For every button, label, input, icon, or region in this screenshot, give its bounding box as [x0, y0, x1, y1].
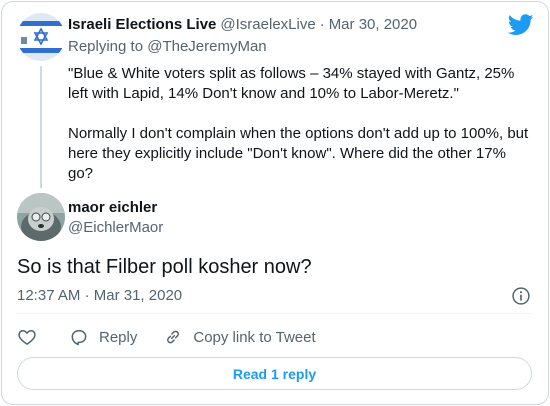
- reply-button-label: Reply: [99, 328, 138, 346]
- copy-link-label: Copy link to Tweet: [193, 328, 316, 346]
- read-replies-button[interactable]: Read 1 reply: [17, 357, 532, 390]
- tweet-divider: [17, 313, 532, 314]
- twitter-logo-icon[interactable]: [508, 14, 534, 36]
- replying-to-prefix: Replying to: [68, 38, 144, 55]
- reply-author-avatar[interactable]: [17, 193, 65, 241]
- tweet-actions-bar: Reply Copy link to Tweet: [17, 326, 342, 348]
- reply-tweet-text: So is that Filber poll kosher now?: [17, 256, 312, 278]
- reply-tweet-date[interactable]: Mar 31, 2020: [94, 287, 182, 304]
- link-icon: [167, 330, 180, 344]
- parent-tweet-paragraph: "Blue & White voters split as follows – …: [68, 65, 515, 102]
- reply-tweet-timestamp[interactable]: 12:37 AM · Mar 31, 2020: [17, 287, 182, 304]
- like-button[interactable]: [17, 327, 37, 347]
- parent-tweet-date[interactable]: Mar 30, 2020: [329, 16, 417, 33]
- thread-connector-line: [40, 66, 42, 188]
- replying-to-line: Replying to @TheJeremyMan: [68, 38, 267, 55]
- reply-button[interactable]: Reply: [69, 327, 137, 347]
- timestamp-separator: ·: [84, 287, 94, 304]
- parent-tweet-text: "Blue & White voters split as follows – …: [68, 64, 530, 184]
- heart-icon: [18, 330, 36, 345]
- reply-tweet-time[interactable]: 12:37 AM: [17, 287, 80, 304]
- parent-tweet-paragraph: Normally I don't complain when the optio…: [68, 125, 529, 182]
- replying-to-handle-link[interactable]: @TheJeremyMan: [147, 38, 266, 55]
- parent-author-handle[interactable]: @IsraelexLive: [220, 16, 315, 33]
- reply-bubble-icon: [71, 330, 87, 346]
- header-separator: ·: [319, 16, 325, 33]
- copy-link-button[interactable]: Copy link to Tweet: [163, 327, 316, 347]
- parent-author-name[interactable]: Israeli Elections Live: [68, 16, 216, 33]
- parent-author-avatar[interactable]: [17, 13, 65, 61]
- parent-tweet-header: Israeli Elections Live @IsraelexLive · M…: [68, 16, 508, 36]
- reply-author-name[interactable]: maor eichler: [68, 199, 157, 216]
- reply-author-handle[interactable]: @EichlerMaor: [68, 219, 163, 236]
- info-icon[interactable]: [511, 286, 531, 306]
